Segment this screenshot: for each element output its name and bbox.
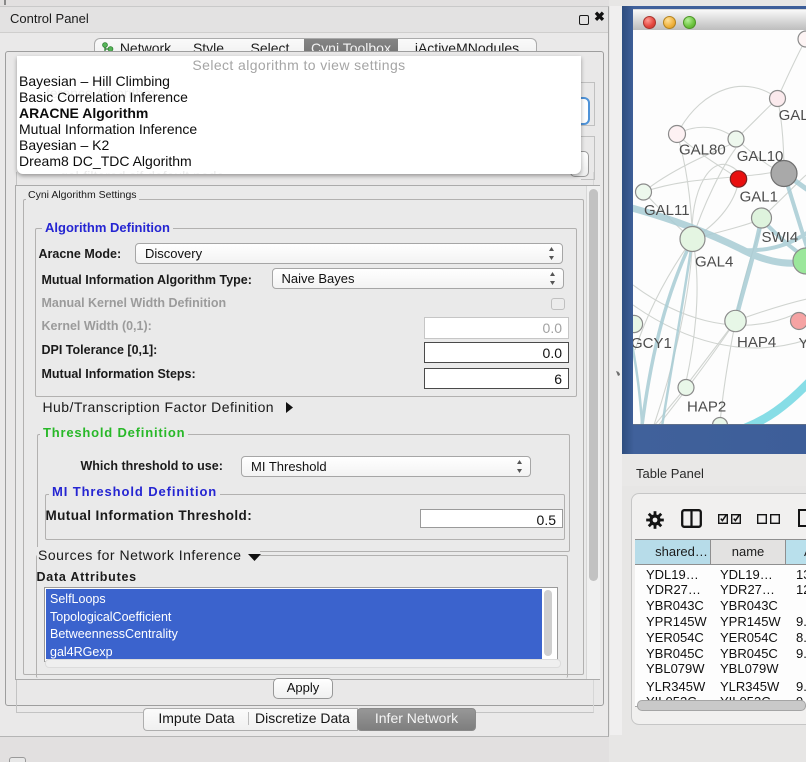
svg-text:Y: Y	[799, 335, 806, 352]
svg-text:HAP2: HAP2	[687, 399, 726, 416]
svg-text:SWI4: SWI4	[762, 229, 799, 246]
svg-text:GAL4: GAL4	[695, 254, 733, 271]
svg-text:GAL1: GAL1	[740, 189, 778, 206]
svg-text:GCY1: GCY1	[633, 335, 672, 352]
svg-text:GAL80: GAL80	[679, 142, 726, 159]
svg-text:GAL10: GAL10	[737, 148, 784, 165]
svg-text:GAL11: GAL11	[644, 202, 690, 219]
svg-text:GAL2: GAL2	[779, 107, 806, 124]
svg-text:HAP4: HAP4	[737, 334, 776, 351]
